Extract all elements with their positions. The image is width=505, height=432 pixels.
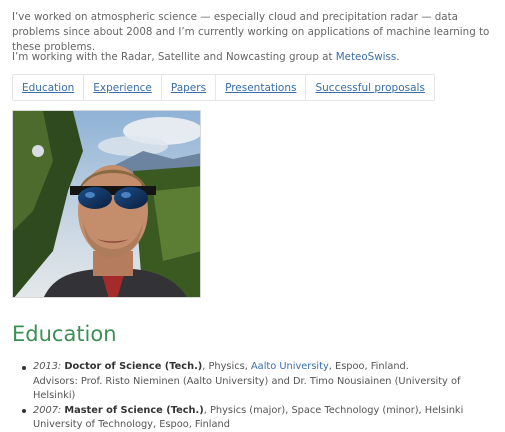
advisors-text: Advisors: Prof. Risto Nieminen (Aalto Un…	[33, 375, 461, 402]
education-year: 2013:	[33, 361, 62, 372]
tab-education[interactable]: Education	[13, 75, 85, 100]
aalto-university-link[interactable]: Aalto University	[251, 361, 329, 372]
profile-photo	[12, 110, 201, 298]
tab-experience[interactable]: Experience	[84, 75, 162, 100]
degree-location: , Espoo, Finland.	[328, 361, 409, 372]
education-year: 2007:	[33, 404, 62, 416]
list-item: 2007: Master of Science (Tech.), Physics…	[20, 404, 500, 432]
education-heading: Education	[12, 322, 117, 346]
degree-field: , Physics,	[202, 361, 251, 372]
group-text: I’m working with the Radar, Satellite an…	[12, 51, 336, 63]
page: I’ve worked on atmospheric science — esp…	[0, 0, 505, 432]
list-item: 2013: Doctor of Science (Tech.), Physics…	[20, 360, 500, 404]
section-tabs: Education Experience Papers Presentation…	[12, 74, 435, 101]
tab-presentations[interactable]: Presentations	[216, 75, 307, 100]
group-suffix: .	[396, 51, 400, 63]
intro-paragraph: I’ve worked on atmospheric science — esp…	[12, 11, 490, 53]
degree-title: Master of Science (Tech.)	[64, 404, 204, 416]
education-list: 2013: Doctor of Science (Tech.), Physics…	[20, 360, 500, 432]
tab-papers[interactable]: Papers	[162, 75, 217, 100]
tab-successful-proposals[interactable]: Successful proposals	[306, 75, 433, 100]
meteoswiss-link[interactable]: MeteoSwiss	[336, 51, 396, 63]
degree-title: Doctor of Science (Tech.)	[64, 361, 203, 372]
group-paragraph: I’m working with the Radar, Satellite an…	[12, 50, 496, 64]
